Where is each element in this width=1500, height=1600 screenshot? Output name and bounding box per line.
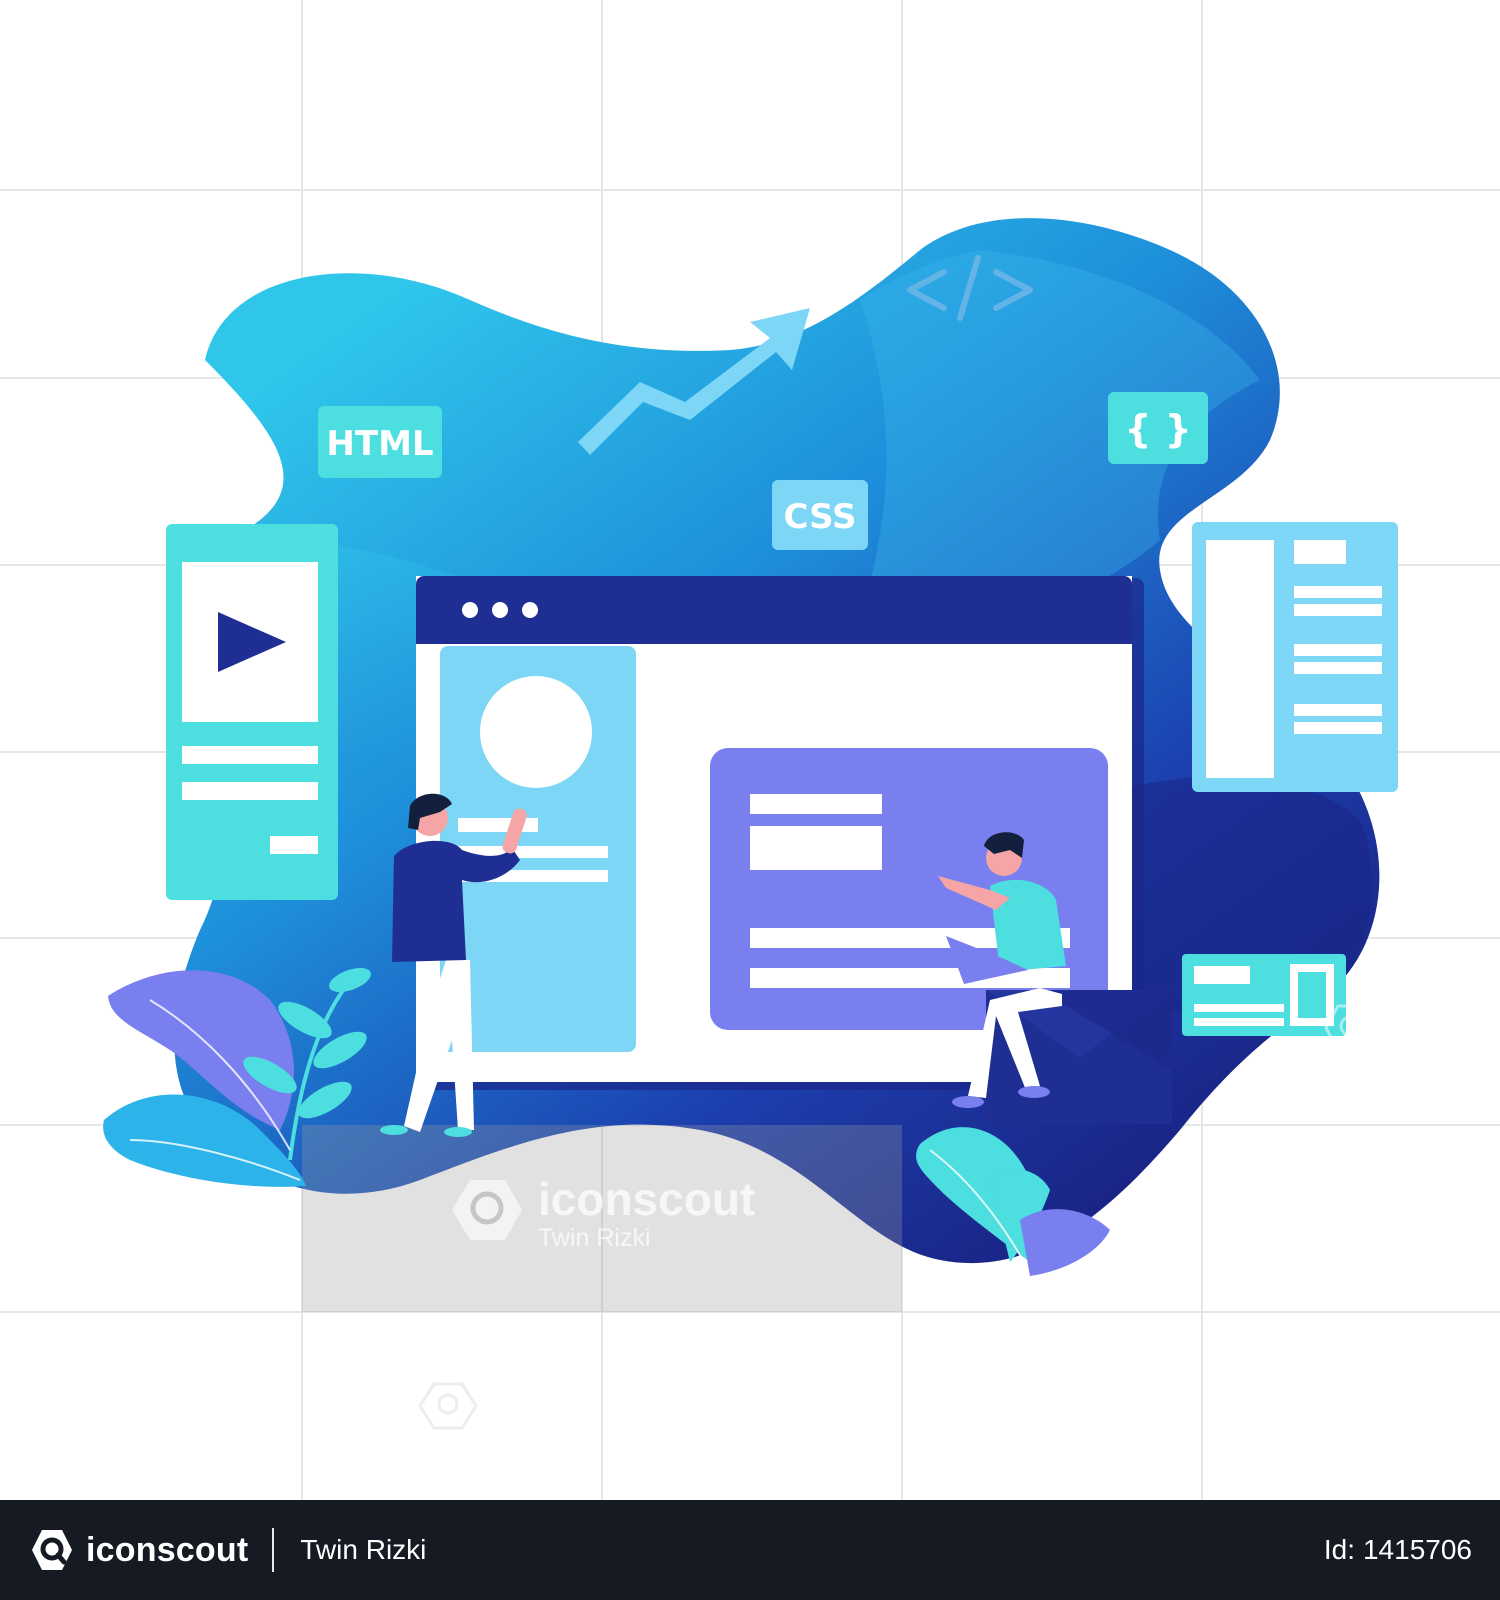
css-tag-label: CSS (783, 497, 856, 537)
iconscout-logo-icon (32, 1530, 72, 1570)
braces-icon: { } (1108, 392, 1208, 464)
window-dot (492, 602, 508, 618)
web-development-illustration: HTML CSS { } (103, 218, 1398, 1430)
footer-divider (272, 1528, 275, 1572)
footer-bar: iconscout Twin Rizki Id: 1415706 (0, 1500, 1500, 1600)
css-tag: CSS (772, 480, 868, 550)
braces-tag-label: { } (1124, 407, 1191, 451)
author-name[interactable]: Twin Rizki (300, 1534, 426, 1566)
window-dot (462, 602, 478, 618)
html-tag: HTML (318, 406, 442, 478)
search-icon (418, 1382, 478, 1430)
window-dot (522, 602, 538, 618)
stock-illustration-page: HTML CSS { } iconscout Twin Rizki iconsc… (0, 0, 1500, 1600)
asset-id-label: Id: (1323, 1534, 1355, 1565)
watermark-text: iconscout Twin Rizki (538, 1175, 755, 1253)
watermark-brand: iconscout (538, 1173, 756, 1225)
video-card (166, 524, 338, 900)
html-tag-label: HTML (326, 424, 433, 464)
brand-name: iconscout (86, 1530, 249, 1569)
avatar-placeholder (480, 676, 592, 788)
contact-card (1182, 954, 1346, 1036)
watermark-author: Twin Rizki (538, 1224, 651, 1252)
asset-id: Id: 1415706 (1324, 1534, 1472, 1566)
asset-id-value: 1415706 (1362, 1534, 1472, 1565)
brand-logo[interactable]: iconscout (28, 1526, 248, 1574)
article-card (1192, 522, 1398, 792)
